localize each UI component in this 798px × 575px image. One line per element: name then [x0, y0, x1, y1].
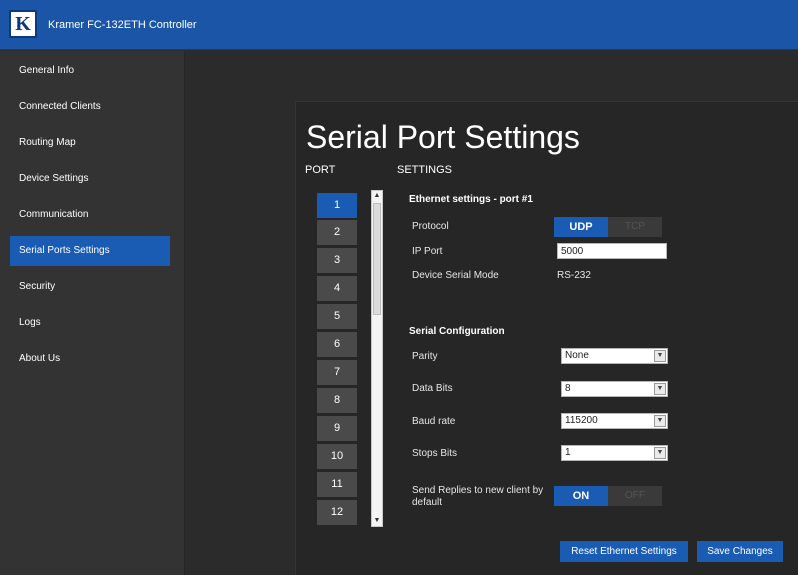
sidebar-item-communication[interactable]: Communication — [10, 200, 170, 230]
port-list-scrollbar[interactable]: ▲ ▼ — [371, 190, 383, 527]
save-changes-button[interactable]: Save Changes — [697, 541, 783, 562]
device-serial-mode-label: Device Serial Mode — [412, 270, 499, 281]
protocol-udp-option[interactable]: UDP — [554, 217, 608, 237]
port-button-7[interactable]: 7 — [317, 360, 357, 385]
sidebar-item-serial-ports-settings[interactable]: Serial Ports Settings — [10, 236, 170, 266]
app-title: Kramer FC-132ETH Controller — [48, 19, 197, 31]
scroll-thumb[interactable] — [373, 203, 381, 315]
baud-rate-label: Baud rate — [412, 416, 456, 427]
port-button-11[interactable]: 11 — [317, 472, 357, 497]
chevron-down-icon: ▼ — [654, 415, 666, 427]
sidebar-item-connected-clients[interactable]: Connected Clients — [10, 92, 170, 122]
ip-port-label: IP Port — [412, 246, 443, 257]
port-button-2[interactable]: 2 — [317, 220, 357, 245]
port-button-10[interactable]: 10 — [317, 444, 357, 469]
baud-rate-value: 115200 — [565, 415, 598, 426]
sidebar-item-logs[interactable]: Logs — [10, 308, 170, 338]
serial-configuration-title: Serial Configuration — [409, 326, 505, 337]
ip-port-input[interactable] — [557, 243, 667, 259]
send-replies-on-option[interactable]: ON — [554, 486, 608, 506]
settings-column-header: SETTINGS — [397, 164, 453, 176]
chevron-down-icon: ▼ — [654, 350, 666, 362]
ethernet-settings-title: Ethernet settings - port #1 — [409, 194, 533, 205]
sidebar-item-about-us[interactable]: About Us — [10, 344, 170, 374]
chevron-down-icon: ▼ — [654, 447, 666, 459]
stop-bits-value: 1 — [565, 447, 571, 458]
send-replies-toggle: ON OFF — [554, 486, 662, 506]
data-bits-value: 8 — [565, 383, 571, 394]
device-serial-mode-value: RS-232 — [557, 270, 591, 281]
stop-bits-label: Stops Bits — [412, 448, 458, 459]
sidebar-item-security[interactable]: Security — [10, 272, 170, 302]
page-title: Serial Port Settings — [306, 119, 580, 155]
port-button-6[interactable]: 6 — [317, 332, 357, 357]
scroll-down-arrow-icon[interactable]: ▼ — [372, 516, 382, 526]
sidebar-item-device-settings[interactable]: Device Settings — [10, 164, 170, 194]
protocol-label: Protocol — [412, 221, 449, 232]
sidebar-item-routing-map[interactable]: Routing Map — [10, 128, 170, 158]
port-button-4[interactable]: 4 — [317, 276, 357, 301]
data-bits-label: Data Bits — [412, 383, 453, 394]
port-button-5[interactable]: 5 — [317, 304, 357, 329]
baud-rate-select[interactable]: 115200 ▼ — [561, 413, 668, 429]
port-button-1[interactable]: 1 — [317, 193, 357, 218]
parity-select[interactable]: None ▼ — [561, 348, 668, 364]
protocol-tcp-option[interactable]: TCP — [608, 217, 662, 237]
top-bar: K Kramer FC-132ETH Controller — [0, 0, 798, 50]
port-button-12[interactable]: 12 — [317, 500, 357, 525]
port-button-9[interactable]: 9 — [317, 416, 357, 441]
reset-ethernet-settings-button[interactable]: Reset Ethernet Settings — [560, 541, 688, 562]
stop-bits-select[interactable]: 1 ▼ — [561, 445, 668, 461]
parity-label: Parity — [412, 351, 438, 362]
scroll-up-arrow-icon[interactable]: ▲ — [372, 191, 382, 201]
data-bits-select[interactable]: 8 ▼ — [561, 381, 668, 397]
send-replies-label: Send Replies to new client by default — [412, 485, 544, 508]
parity-value: None — [565, 350, 589, 361]
port-button-8[interactable]: 8 — [317, 388, 357, 413]
port-button-3[interactable]: 3 — [317, 248, 357, 273]
protocol-toggle: UDP TCP — [554, 217, 662, 237]
port-column-header: PORT — [305, 164, 336, 176]
send-replies-off-option[interactable]: OFF — [608, 486, 662, 506]
kramer-logo-icon: K — [9, 10, 37, 38]
sidebar-item-general-info[interactable]: General Info — [10, 56, 170, 86]
chevron-down-icon: ▼ — [654, 383, 666, 395]
